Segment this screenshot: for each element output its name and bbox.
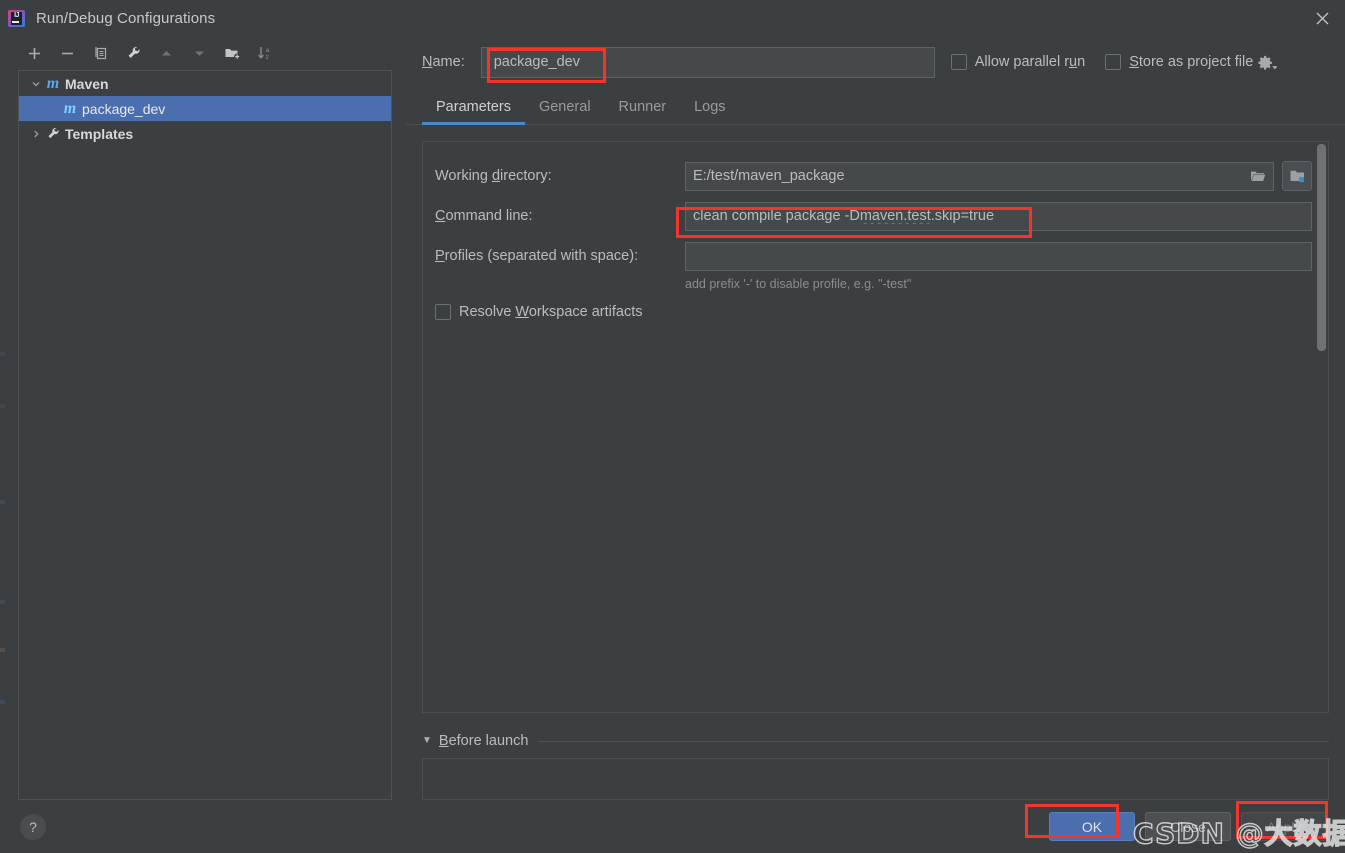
ok-button[interactable]: OK xyxy=(1049,812,1135,841)
close-icon[interactable] xyxy=(1299,0,1345,36)
tree-item-templates[interactable]: Templates xyxy=(19,121,391,146)
configurations-tree[interactable]: m Maven m package_dev Templates xyxy=(18,70,392,800)
apply-button[interactable]: Apply xyxy=(1241,812,1327,841)
triangle-down-icon[interactable]: ▼ xyxy=(422,736,432,746)
working-directory-label: Working directory: xyxy=(435,168,552,184)
new-folder-button[interactable] xyxy=(216,39,249,67)
tab-parameters[interactable]: Parameters xyxy=(422,99,525,125)
copy-configuration-button[interactable] xyxy=(84,39,117,67)
name-row: Name: package_dev Allow parallel run Sto… xyxy=(406,36,1345,88)
store-as-project-file-label: Store as project file xyxy=(1129,54,1254,70)
help-row: ? xyxy=(0,800,406,853)
before-launch-label: Before launch xyxy=(438,733,529,749)
command-line-input[interactable]: clean compile package -Dmaven.test.skip=… xyxy=(685,201,1312,231)
module-folder-button[interactable] xyxy=(1282,161,1312,191)
working-directory-control: E:/test/maven_package xyxy=(685,161,1312,191)
before-launch-section: ▼ Before launch xyxy=(422,733,1329,749)
profiles-row: Profiles (separated with space): xyxy=(423,236,1328,276)
sort-configurations-button[interactable]: a z xyxy=(249,39,282,67)
intellij-idea-icon: IJ xyxy=(8,9,25,27)
tree-item-package-dev[interactable]: m package_dev xyxy=(19,96,391,121)
checkbox-box xyxy=(1105,54,1122,70)
parameters-panel: Working directory: E:/test/maven_package xyxy=(422,141,1329,713)
store-as-project-file-checkbox[interactable]: Store as project file xyxy=(1105,54,1253,70)
profiles-hint: add prefix '-' to disable profile, e.g. … xyxy=(685,277,912,291)
command-line-row: Command line: clean compile package -Dma… xyxy=(423,196,1328,236)
folder-open-icon[interactable] xyxy=(1247,165,1269,187)
checkbox-box xyxy=(435,304,451,320)
gear-dropdown-icon[interactable] xyxy=(1257,51,1279,73)
close-button[interactable]: Close xyxy=(1145,812,1231,841)
tree-item-label: Maven xyxy=(65,75,109,92)
dialog-body: a z m Maven m package_dev Templates ? Na… xyxy=(0,36,1345,853)
tree-item-label: Templates xyxy=(65,125,134,142)
profiles-label: Profiles (separated with space): xyxy=(435,248,639,264)
tab-logs[interactable]: Logs xyxy=(680,99,739,124)
command-line-control: clean compile package -Dmaven.test.skip=… xyxy=(685,201,1312,231)
remove-configuration-button[interactable] xyxy=(51,39,84,67)
move-up-button[interactable] xyxy=(150,39,183,67)
text-caret xyxy=(487,53,489,71)
allow-parallel-run-label: Allow parallel run xyxy=(974,54,1086,70)
svg-text:a: a xyxy=(266,47,270,54)
svg-text:z: z xyxy=(266,54,269,61)
configurations-pane: a z m Maven m package_dev Templates ? xyxy=(0,36,406,853)
resolve-workspace-artifacts-checkbox[interactable]: Resolve Workspace artifacts xyxy=(435,304,643,320)
checkbox-box xyxy=(950,54,967,70)
vertical-scrollbar[interactable] xyxy=(1317,144,1326,351)
name-input[interactable]: package_dev xyxy=(480,46,935,78)
resolve-workspace-artifacts-label: Resolve Workspace artifacts xyxy=(459,304,643,320)
name-label: Name: xyxy=(422,54,465,70)
chevron-right-icon[interactable] xyxy=(27,125,44,142)
resolve-workspace-artifacts-row: Resolve Workspace artifacts xyxy=(423,291,1328,320)
tree-item-maven[interactable]: m Maven xyxy=(19,71,391,96)
run-debug-configurations-dialog: IJ Run/Debug Configurations a z m Maven … xyxy=(0,0,1345,853)
working-directory-row: Working directory: E:/test/maven_package xyxy=(423,156,1328,196)
name-input-value: package_dev xyxy=(493,54,580,70)
configuration-editor-pane: Name: package_dev Allow parallel run Sto… xyxy=(406,36,1345,853)
tab-runner[interactable]: Runner xyxy=(605,99,681,124)
command-line-label: Command line: xyxy=(435,208,533,224)
tab-general[interactable]: General xyxy=(525,99,605,124)
maven-m-icon: m xyxy=(63,99,77,117)
profiles-control xyxy=(685,241,1312,271)
chevron-down-icon[interactable] xyxy=(27,75,44,92)
editor-tabs: Parameters General Runner Logs xyxy=(406,88,1345,125)
maven-m-icon: m xyxy=(46,74,60,92)
section-divider xyxy=(538,740,1329,742)
profiles-input[interactable] xyxy=(685,241,1312,271)
before-launch-task-list[interactable] xyxy=(422,758,1329,800)
add-configuration-button[interactable] xyxy=(18,39,51,67)
window-title: Run/Debug Configurations xyxy=(36,9,216,27)
move-down-button[interactable] xyxy=(183,39,216,67)
tree-item-label: package_dev xyxy=(82,100,166,117)
wrench-icon xyxy=(44,126,62,142)
working-directory-input[interactable]: E:/test/maven_package xyxy=(685,161,1274,191)
module-folder-icon xyxy=(1290,170,1304,183)
allow-parallel-run-checkbox[interactable]: Allow parallel run xyxy=(950,54,1086,70)
configurations-toolbar: a z xyxy=(0,36,406,70)
command-line-value: clean compile package -Dmaven.test.skip=… xyxy=(693,208,995,224)
title-bar: IJ Run/Debug Configurations xyxy=(0,0,1345,36)
edit-templates-button[interactable] xyxy=(117,39,150,67)
help-button[interactable]: ? xyxy=(20,813,46,840)
working-directory-value: E:/test/maven_package xyxy=(693,168,845,184)
dialog-buttons: OK Close Apply xyxy=(406,800,1345,853)
